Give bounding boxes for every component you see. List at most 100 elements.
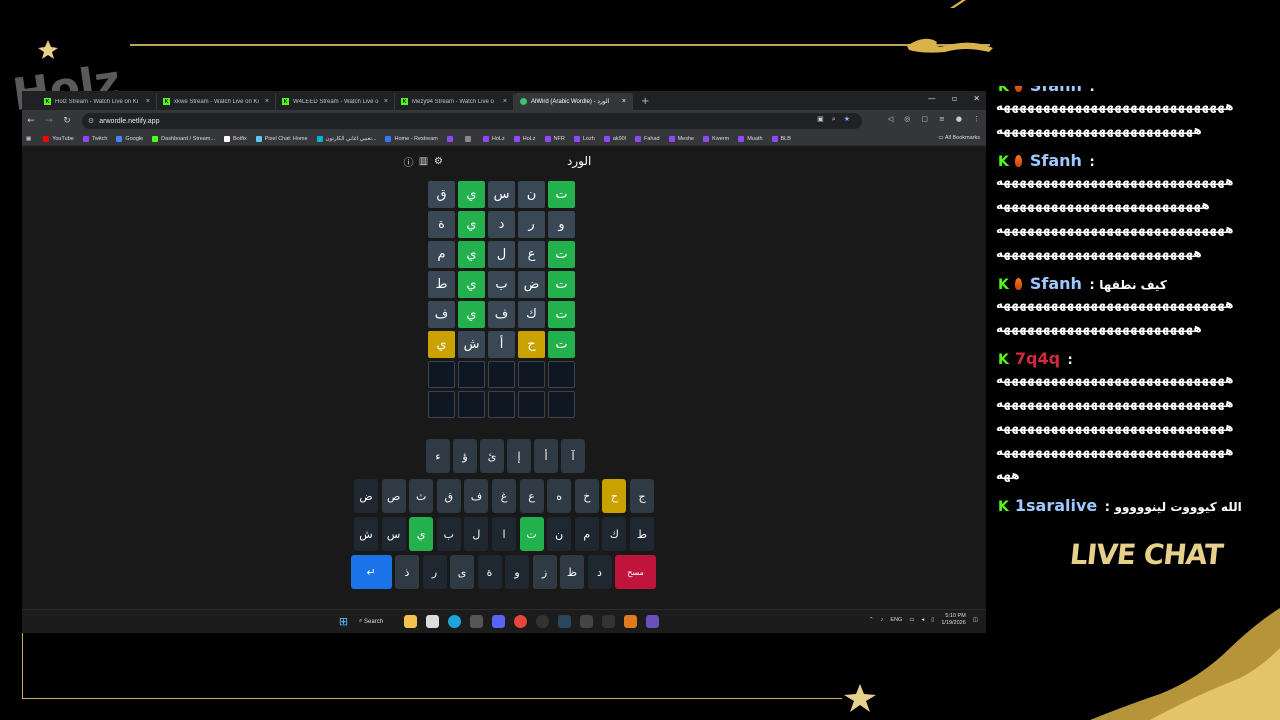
key-0-4[interactable]: ؤ: [453, 439, 477, 473]
chrome-icon[interactable]: [514, 615, 527, 628]
bookmark-10[interactable]: HoLz: [482, 135, 505, 142]
key-2-8[interactable]: ي: [409, 517, 434, 551]
key-3-5[interactable]: ة: [477, 555, 502, 589]
key-1-3[interactable]: ه: [547, 479, 572, 513]
key-1-1[interactable]: ح: [602, 479, 627, 513]
profile-icon[interactable]: ●: [956, 115, 962, 123]
volume-icon[interactable]: ◂: [922, 617, 925, 623]
key-1-4[interactable]: ع: [519, 479, 544, 513]
close-tab-icon[interactable]: ×: [622, 98, 626, 105]
bookmark-14[interactable]: ak90l: [603, 135, 626, 142]
key-1-8[interactable]: ث: [409, 479, 434, 513]
clock[interactable]: 5:10 PM 1/19/2026: [941, 613, 965, 627]
bookmark-3[interactable]: Dashboard / Stream...: [152, 135, 215, 142]
tab-2[interactable]: K W4LEED Stream - Watch Live o ×: [276, 93, 395, 110]
site-info-icon[interactable]: ⚙: [88, 117, 94, 125]
bookmark-4[interactable]: Botfix: [223, 135, 247, 142]
edge-icon[interactable]: [448, 615, 461, 628]
key-0-3[interactable]: ئ: [480, 439, 504, 473]
delete-key[interactable]: مسح: [615, 555, 656, 589]
bookmark-0[interactable]: YouTube: [43, 135, 74, 142]
enter-key[interactable]: ↵: [350, 555, 392, 589]
mic-icon[interactable]: ♪: [881, 617, 884, 623]
key-3-7[interactable]: ر: [422, 555, 447, 589]
sidebar-icon[interactable]: ≡: [939, 115, 945, 123]
app4-icon[interactable]: [624, 615, 637, 628]
key-1-0[interactable]: ج: [630, 479, 654, 513]
puzzle-icon[interactable]: ▢: [921, 115, 928, 123]
discord-icon[interactable]: [492, 615, 505, 628]
key-0-5[interactable]: ء: [426, 439, 450, 473]
bookmark-8[interactable]: [446, 135, 456, 142]
key-2-6[interactable]: ل: [464, 517, 489, 551]
key-2-10[interactable]: ش: [354, 517, 378, 551]
windows-start-icon[interactable]: ⊞: [337, 615, 350, 628]
bookmark-12[interactable]: NFR: [544, 135, 565, 142]
bookmark-18[interactable]: Muath: [738, 135, 763, 142]
steam-icon[interactable]: [558, 615, 571, 628]
screenshot-icon[interactable]: ▣: [817, 115, 824, 124]
tab-1[interactable]: Kxkwe Stream - Watch Live on Ki ×: [157, 93, 276, 110]
back-icon[interactable]: ←: [22, 116, 40, 126]
new-tab-button[interactable]: +: [633, 93, 657, 110]
key-1-9[interactable]: ص: [381, 479, 406, 513]
key-2-3[interactable]: ن: [547, 517, 572, 551]
key-2-2[interactable]: م: [574, 517, 599, 551]
bookmark-star-icon[interactable]: ★: [844, 115, 850, 124]
key-0-2[interactable]: إ: [507, 439, 531, 473]
notification-icon[interactable]: ◫: [973, 617, 978, 623]
bookmark-9[interactable]: [464, 135, 474, 142]
close-icon[interactable]: ✕: [973, 94, 980, 103]
close-tab-icon[interactable]: ×: [146, 98, 150, 105]
bookmark-19[interactable]: BLB: [771, 135, 791, 142]
url-input[interactable]: ⚙ arwordle.netlify.app: [82, 113, 862, 129]
forward-icon[interactable]: →: [40, 116, 58, 126]
store-icon[interactable]: [426, 615, 439, 628]
menu-icon[interactable]: ⋮: [973, 115, 980, 123]
key-1-5[interactable]: غ: [492, 479, 516, 513]
key-1-6[interactable]: ف: [464, 479, 489, 513]
network-icon[interactable]: ▭: [909, 617, 914, 623]
mute-icon[interactable]: ◁: [888, 115, 893, 123]
key-2-9[interactable]: س: [381, 517, 406, 551]
taskbar-search[interactable]: ⌕ Search: [359, 615, 395, 628]
key-3-4[interactable]: و: [505, 555, 529, 589]
close-tab-icon[interactable]: ×: [503, 98, 507, 105]
key-2-4[interactable]: ت: [519, 517, 544, 551]
key-3-6[interactable]: ى: [450, 555, 474, 589]
bookmark-16[interactable]: Meshe: [668, 135, 694, 142]
all-bookmarks[interactable]: ▭ All Bookmarks: [938, 135, 980, 141]
key-2-1[interactable]: ك: [602, 517, 627, 551]
key-2-5[interactable]: ا: [492, 517, 516, 551]
bookmark-17[interactable]: Kwerm: [703, 135, 729, 142]
bookmark-6[interactable]: تغنيي اغاني الكارتون...: [316, 135, 376, 142]
bookmark-2[interactable]: Google: [116, 135, 143, 142]
stats-icon[interactable]: ▥: [417, 155, 430, 168]
bookmark-11[interactable]: HoLz: [513, 135, 536, 142]
tab-0[interactable]: K Holz Stream - Watch Live on Ki ×: [38, 93, 157, 110]
app-icon[interactable]: [470, 615, 483, 628]
chevron-up-icon[interactable]: ⌃: [869, 617, 874, 623]
help-icon[interactable]: ⓘ: [402, 155, 415, 169]
bookmark-7[interactable]: Home - Restream: [385, 135, 438, 142]
key-2-0[interactable]: ط: [630, 517, 654, 551]
close-tab-icon[interactable]: ×: [265, 98, 269, 105]
language-indicator[interactable]: ENG: [890, 617, 902, 623]
close-tab-icon[interactable]: ×: [384, 98, 388, 105]
key-3-3[interactable]: ز: [532, 555, 557, 589]
key-3-1[interactable]: د: [587, 555, 612, 589]
key-3-8[interactable]: ذ: [395, 555, 419, 589]
key-0-1[interactable]: أ: [534, 439, 558, 473]
settings-icon[interactable]: ⚙: [432, 155, 445, 168]
key-1-7[interactable]: ق: [436, 479, 461, 513]
tab-4[interactable]: AlWird (Arabic Wordle) - الورد ×: [514, 93, 633, 110]
key-0-0[interactable]: آ: [561, 439, 585, 473]
battery-icon[interactable]: ▯: [931, 617, 934, 623]
zoom-icon[interactable]: ⌕: [832, 115, 836, 124]
app2-icon[interactable]: [580, 615, 593, 628]
reload-icon[interactable]: ↻: [58, 116, 76, 126]
extension-icon[interactable]: ◎: [904, 115, 910, 123]
obs-icon[interactable]: [536, 615, 549, 628]
file-explorer-icon[interactable]: [404, 615, 417, 628]
app3-icon[interactable]: [602, 615, 615, 628]
